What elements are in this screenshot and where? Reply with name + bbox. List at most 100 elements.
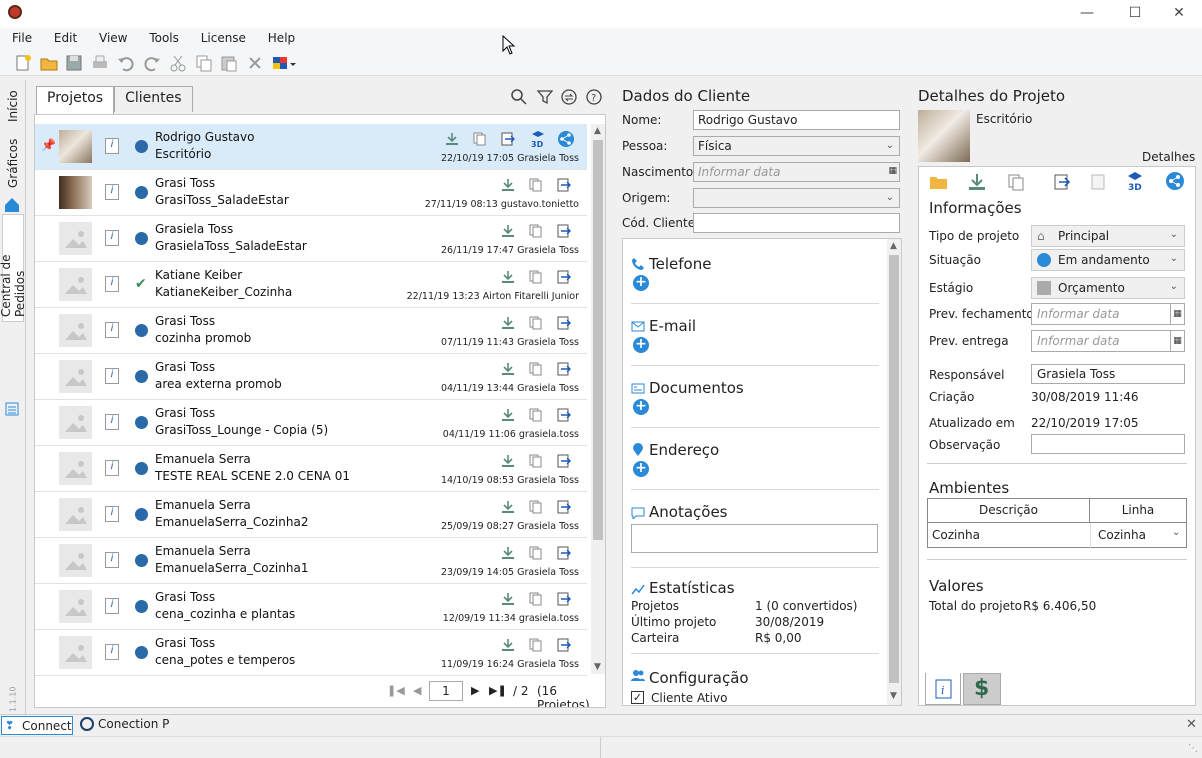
share-icon[interactable] bbox=[557, 130, 575, 148]
save-icon[interactable] bbox=[64, 53, 84, 73]
estagio-select[interactable]: Orçamento ⌄ bbox=[1031, 277, 1185, 299]
help-icon[interactable]: ? bbox=[585, 88, 603, 106]
observacao-input[interactable] bbox=[1031, 434, 1185, 454]
tab-info[interactable]: i bbox=[925, 673, 961, 705]
nascimento-input[interactable]: Informar data ▦ bbox=[693, 162, 900, 182]
info-icon[interactable]: i bbox=[105, 506, 119, 522]
table-row[interactable]: i Emanuela Serra EmanuelaSerra_Cozinha2 25/… bbox=[35, 492, 587, 538]
copy-icon[interactable] bbox=[529, 178, 543, 192]
scroll-up-icon[interactable]: ▲ bbox=[594, 126, 601, 136]
export-icon[interactable] bbox=[557, 270, 571, 284]
undo-icon[interactable] bbox=[116, 53, 136, 73]
table-row[interactable]: i Grasi Toss GrasiToss_SaladeEstar 27/11/19… bbox=[35, 170, 587, 216]
add-documento-button[interactable]: + bbox=[633, 399, 649, 415]
scroll-thumb[interactable] bbox=[593, 140, 603, 540]
side-tab-graficos[interactable]: Gráficos bbox=[2, 139, 24, 192]
delete-icon[interactable] bbox=[245, 53, 265, 73]
side-tab-inicio[interactable]: Início bbox=[2, 82, 24, 126]
anotacoes-textarea[interactable] bbox=[631, 524, 878, 553]
download-icon[interactable] bbox=[501, 638, 515, 652]
copy-icon[interactable] bbox=[529, 638, 543, 652]
info-icon[interactable]: i bbox=[105, 598, 119, 614]
download-icon[interactable] bbox=[967, 173, 987, 191]
table-row[interactable]: i ✔ Katiane Keiber KatianeKeiber_Cozinha 22/… bbox=[35, 262, 587, 308]
sync-icon[interactable] bbox=[560, 88, 578, 106]
origem-select[interactable]: ⌄ bbox=[693, 188, 900, 208]
info-icon[interactable]: i bbox=[105, 460, 119, 476]
table-row[interactable]: i Grasi Toss GrasiToss_Lounge - Copia (5) 0… bbox=[35, 400, 587, 446]
export-icon[interactable] bbox=[501, 132, 515, 146]
table-row[interactable]: 📌 i Rodrigo Gustavo Escritório 22/10/19 17:0… bbox=[35, 124, 587, 170]
ambientes-cell-linha[interactable]: Cozinha bbox=[1098, 528, 1146, 542]
table-row[interactable]: i Grasiela Toss GrasielaToss_SaladeEstar 26… bbox=[35, 216, 587, 262]
menu-help[interactable]: Help bbox=[262, 28, 301, 48]
tipo-select[interactable]: ⌂ Principal ⌄ bbox=[1031, 225, 1185, 247]
export-icon[interactable] bbox=[557, 500, 571, 514]
export-icon[interactable] bbox=[1053, 173, 1071, 191]
add-email-button[interactable]: + bbox=[633, 337, 649, 353]
copy-icon[interactable] bbox=[194, 53, 214, 73]
open-folder-icon[interactable] bbox=[929, 173, 949, 191]
table-row[interactable]: i Emanuela Serra EmanuelaSerra_Cozinha1 23/… bbox=[35, 538, 587, 584]
export-icon[interactable] bbox=[557, 316, 571, 330]
menu-edit[interactable]: Edit bbox=[48, 28, 83, 48]
pessoa-select[interactable]: Física ⌄ bbox=[693, 136, 900, 156]
download-icon[interactable] bbox=[501, 316, 515, 330]
3d-icon[interactable]: 3D bbox=[529, 130, 547, 148]
copy-icon[interactable] bbox=[529, 500, 543, 514]
copy-icon[interactable] bbox=[529, 316, 543, 330]
copy-icon[interactable] bbox=[529, 408, 543, 422]
ambientes-col-linha[interactable]: Linha bbox=[1090, 499, 1186, 523]
info-icon[interactable]: i bbox=[105, 230, 119, 246]
info-icon[interactable]: i bbox=[105, 644, 119, 660]
cliente-ativo-checkbox[interactable]: ✓ bbox=[631, 691, 644, 704]
search-icon[interactable] bbox=[510, 88, 528, 106]
open-folder-icon[interactable] bbox=[39, 53, 59, 73]
cut-icon[interactable] bbox=[168, 53, 188, 73]
paste-icon[interactable] bbox=[219, 53, 239, 73]
page-input[interactable]: 1 bbox=[429, 681, 463, 701]
ambientes-col-descricao[interactable]: Descrição bbox=[928, 499, 1090, 523]
menu-license[interactable]: License bbox=[195, 28, 252, 48]
download-icon[interactable] bbox=[501, 408, 515, 422]
projects-scrollbar[interactable]: ▲ ▼ bbox=[591, 124, 605, 674]
first-page-icon[interactable]: ❚◀ bbox=[387, 684, 405, 697]
tab-projetos[interactable]: Projetos bbox=[36, 86, 115, 115]
layout-icon[interactable] bbox=[271, 53, 297, 73]
calendar-icon[interactable]: ▦ bbox=[888, 166, 897, 176]
ambientes-cell-descricao[interactable]: Cozinha bbox=[932, 528, 980, 542]
pin-icon[interactable]: 📌 bbox=[41, 138, 56, 152]
download-icon[interactable] bbox=[501, 454, 515, 468]
situacao-select[interactable]: Em andamento ⌄ bbox=[1031, 249, 1185, 271]
copy-icon[interactable] bbox=[1007, 173, 1025, 191]
menu-tools[interactable]: Tools bbox=[143, 28, 185, 48]
nome-input[interactable]: Rodrigo Gustavo bbox=[693, 110, 900, 130]
close-button[interactable]: ✕ bbox=[1156, 2, 1202, 26]
info-icon[interactable]: i bbox=[105, 414, 119, 430]
minimize-button[interactable]: — bbox=[1064, 2, 1110, 26]
scroll-down-icon[interactable]: ▼ bbox=[890, 691, 897, 701]
scroll-thumb[interactable] bbox=[889, 255, 899, 683]
info-icon[interactable]: i bbox=[105, 184, 119, 200]
maximize-button[interactable]: ☐ bbox=[1112, 2, 1158, 26]
add-telefone-button[interactable]: + bbox=[633, 275, 649, 291]
cod-cliente-input[interactable] bbox=[693, 213, 900, 233]
prev-fechamento-input[interactable]: Informar data ▦ bbox=[1031, 303, 1185, 325]
export-icon[interactable] bbox=[557, 454, 571, 468]
download-icon[interactable] bbox=[501, 270, 515, 284]
copy-icon[interactable] bbox=[529, 454, 543, 468]
download-icon[interactable] bbox=[501, 592, 515, 606]
table-row[interactable]: i Grasi Toss area externa promob 04/11/19 1… bbox=[35, 354, 587, 400]
export-icon[interactable] bbox=[557, 638, 571, 652]
calendar-icon[interactable]: ▦ bbox=[1170, 331, 1184, 351]
document-disabled-icon[interactable] bbox=[1089, 173, 1107, 191]
table-row[interactable]: i Emanuela Serra TESTE REAL SCENE 2.0 CENA… bbox=[35, 446, 587, 492]
calendar-icon[interactable]: ▦ bbox=[1170, 304, 1184, 324]
export-icon[interactable] bbox=[557, 178, 571, 192]
table-row[interactable]: i Grasi Toss cena_cozinha e plantas 12/09/1… bbox=[35, 584, 587, 630]
client-scrollbar[interactable]: ▲ ▼ bbox=[887, 239, 901, 705]
menu-file[interactable]: File bbox=[6, 28, 38, 48]
download-icon[interactable] bbox=[501, 362, 515, 376]
export-icon[interactable] bbox=[557, 224, 571, 238]
export-icon[interactable] bbox=[557, 362, 571, 376]
